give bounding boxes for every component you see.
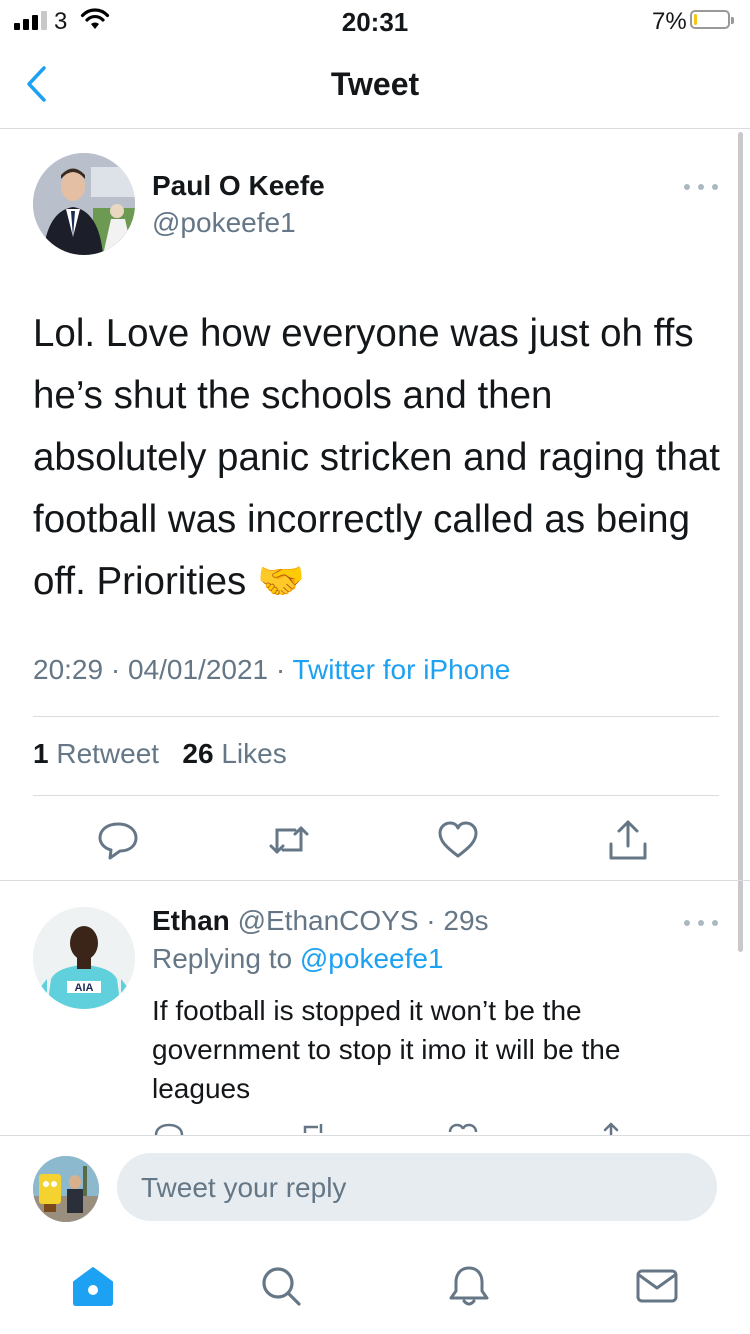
retweet-count: 1 <box>33 738 49 769</box>
current-user-avatar[interactable] <box>33 1156 99 1222</box>
reply-input[interactable]: Tweet your reply <box>117 1153 717 1221</box>
status-bar: 3 20:31 7% <box>0 0 750 40</box>
clock: 20:31 <box>341 7 409 37</box>
svg-text:AIA: AIA <box>75 982 94 994</box>
likes-stat[interactable]: 26 Likes <box>182 738 286 769</box>
share-icon[interactable] <box>596 1121 626 1136</box>
author-handle[interactable]: @pokeefe1 <box>152 207 296 239</box>
like-icon[interactable] <box>436 818 480 862</box>
retweet-label: Retweet <box>56 738 160 769</box>
replying-to: Replying to @pokeefe1 <box>152 943 444 975</box>
reply-icon[interactable] <box>96 818 140 862</box>
tab-bar <box>0 1241 750 1334</box>
battery-icon <box>690 10 734 29</box>
divider <box>33 795 719 796</box>
reply-header: Ethan @EthanCOYS · 29s <box>152 905 489 937</box>
divider <box>33 716 719 717</box>
battery-percent: 7% <box>652 8 687 35</box>
tweet-time: 20:29 <box>33 654 104 685</box>
separator-dot: · <box>418 905 444 936</box>
like-label: Likes <box>221 738 287 769</box>
tweet-source-link[interactable]: Twitter for iPhone <box>293 654 511 685</box>
retweets-stat[interactable]: 1 Retweet <box>33 738 159 769</box>
like-icon[interactable] <box>448 1121 478 1136</box>
reply-tweet[interactable]: AIA Ethan @EthanCOYS · 29s Replying to @… <box>0 880 750 1136</box>
battery-level <box>694 14 697 25</box>
tweet-meta: 20:29 · 04/01/2021 · Twitter for iPhone <box>33 654 511 685</box>
author-avatar[interactable] <box>33 153 135 255</box>
author-name[interactable]: Paul O Keefe <box>152 170 325 202</box>
reply-author-avatar[interactable]: AIA <box>33 907 135 1009</box>
navigation-bar: Tweet <box>0 40 750 129</box>
scrollbar[interactable] <box>738 132 743 952</box>
retweet-icon[interactable] <box>267 818 311 862</box>
reply-composer-bar: Tweet your reply <box>0 1135 750 1242</box>
reply-text: If football is stopped it won’t be the g… <box>152 995 621 1104</box>
tweet-stats: 1 Retweet 26 Likes <box>33 738 287 770</box>
reply-mention-link[interactable]: @pokeefe1 <box>300 943 444 974</box>
share-icon[interactable] <box>606 818 650 862</box>
tweet-text: Lol. Love how everyone was just oh ffs h… <box>33 312 721 603</box>
replying-label: Replying to <box>152 943 293 974</box>
page-title: Tweet <box>330 66 420 102</box>
reply-input-placeholder: Tweet your reply <box>141 1172 347 1203</box>
messages-icon[interactable] <box>634 1263 680 1309</box>
reply-author-handle[interactable]: @EthanCOYS <box>238 905 419 936</box>
reply-author-name[interactable]: Ethan <box>152 905 230 936</box>
retweet-icon[interactable] <box>298 1121 328 1136</box>
like-count: 26 <box>182 738 214 769</box>
more-options-icon[interactable] <box>684 917 718 927</box>
reply-age: 29s <box>443 905 489 936</box>
home-icon[interactable] <box>70 1263 116 1309</box>
reply-icon[interactable] <box>154 1121 184 1136</box>
tweet-date: 04/01/2021 <box>127 654 269 685</box>
notifications-icon[interactable] <box>446 1263 492 1309</box>
more-options-icon[interactable] <box>684 181 718 191</box>
search-icon[interactable] <box>258 1263 304 1309</box>
